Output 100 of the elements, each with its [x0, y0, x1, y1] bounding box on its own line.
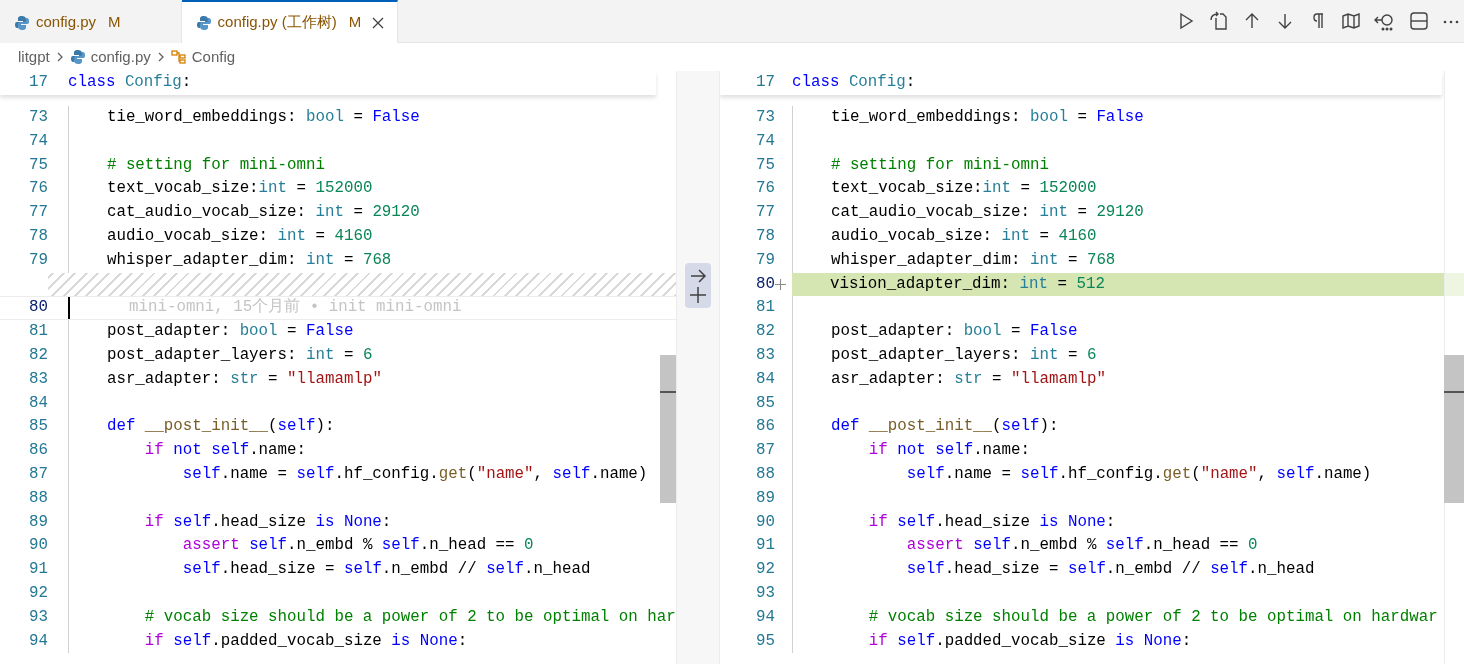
plus-icon [689, 285, 707, 304]
line-number: 83 [755, 345, 775, 366]
code-line: if self.head_size is None: [867, 511, 1116, 533]
code-line: # vocab size should be a power of 2 to be optimal on har [143, 606, 676, 628]
line-number: 90 [755, 511, 775, 533]
code-line: if self.padded_vocab_size is None: [143, 630, 468, 652]
breadcrumb-item[interactable]: config.py [90, 45, 151, 69]
file-arrow-icon[interactable] [1209, 11, 1229, 31]
line-number: 79 [755, 249, 775, 271]
circle-arrow-icon[interactable] [1374, 11, 1396, 31]
line-number: 80 [755, 273, 775, 295]
breadcrumb-item[interactable]: litgpt [18, 45, 50, 69]
line-number: 84 [755, 368, 775, 390]
code-line: def __post_init__(self): [829, 416, 1059, 438]
line-number: 93 [28, 606, 48, 628]
line-number: 88 [755, 464, 775, 485]
code-line: post_adapter_layers: int = 6 [829, 345, 1097, 366]
line-number: 82 [755, 321, 775, 343]
map-icon[interactable] [1341, 11, 1361, 31]
code-line: if not self.name: [143, 440, 306, 462]
code-line: self.name = self.hf_config.get("name", self.name) [181, 464, 648, 485]
code-line: if self.head_size is None: [143, 511, 392, 533]
code-line: text_vocab_size:int = 152000 [829, 178, 1097, 200]
line-number: 85 [755, 392, 775, 414]
text-cursor [68, 297, 70, 320]
code-line: whisper_adapter_dim: int = 768 [829, 249, 1116, 271]
line-number: 90 [28, 535, 48, 557]
line-number: 91 [755, 535, 775, 557]
python-icon [195, 14, 212, 31]
line-number: 76 [755, 178, 775, 200]
arrow-right-icon [689, 267, 707, 284]
python-icon [69, 49, 86, 65]
line-number: 81 [28, 321, 48, 343]
code-line: # setting for mini-omni [829, 154, 1049, 176]
close-icon[interactable] [371, 15, 386, 30]
line-number: 82 [28, 345, 48, 366]
chevron-icon [55, 51, 64, 63]
git-status-label: M [348, 12, 362, 33]
line-number: 93 [755, 583, 775, 604]
line-number: 88 [28, 487, 48, 509]
code-line: assert self.n_embd % self.n_head == 0 [181, 535, 534, 557]
line-number: 87 [755, 440, 775, 462]
revert-button[interactable] [685, 263, 711, 308]
line-number: 73 [28, 107, 48, 129]
code-line: tie_word_embeddings: bool = False [105, 107, 420, 129]
code-line: self.head_size = self.n_embd // self.n_head [181, 559, 591, 581]
code-line: self.name = self.hf_config.get("name", self.name) [905, 464, 1372, 485]
line-number: 92 [28, 583, 48, 604]
line-number: 94 [755, 606, 775, 628]
line-number: 78 [755, 226, 775, 248]
code-line: if self.padded_vocab_size is None: [867, 630, 1192, 652]
tab-label: config.py (工作树) [217, 12, 337, 33]
breadcrumb-item[interactable]: Config [191, 45, 236, 69]
line-number: 91 [28, 559, 48, 581]
code-line: if not self.name: [867, 440, 1030, 462]
tab-label: config.py [36, 12, 97, 33]
code-line: # setting for mini-omni [105, 154, 325, 176]
line-number: 84 [28, 392, 48, 414]
code-line: post_adapter: bool = False [829, 321, 1078, 343]
code-line: cat_audio_vocab_size: int = 29120 [105, 202, 420, 224]
plus-icon [775, 278, 786, 290]
split-layout-icon[interactable] [1409, 11, 1429, 31]
line-number: 89 [755, 487, 775, 509]
line-number: 78 [28, 226, 48, 248]
code-line: post_adapter: bool = False [105, 321, 354, 343]
code-line: assert self.n_embd % self.n_head == 0 [905, 535, 1258, 557]
code-line: post_adapter_layers: int = 6 [105, 345, 373, 366]
scrollbar-thumb[interactable] [1444, 355, 1464, 503]
line-number: 79 [28, 249, 48, 271]
python-icon [14, 14, 30, 31]
line-number: 81 [755, 297, 775, 319]
line-number: 80 [28, 297, 48, 319]
line-number: 86 [755, 416, 775, 438]
line-number: 92 [755, 559, 775, 581]
code-line: class Config: [68, 72, 192, 94]
blame-annotation: mini-omni, 15个月前 • init mini-omni [129, 297, 462, 319]
code-line: text_vocab_size:int = 152000 [105, 178, 373, 200]
line-number: 87 [28, 464, 48, 485]
code-line: class Config: [792, 72, 916, 94]
code-line: audio_vocab_size: int = 4160 [105, 226, 373, 248]
line-number: 83 [28, 368, 48, 390]
code-line: vision_adapter_dim: int = 512 [828, 273, 1105, 295]
line-number: 77 [755, 202, 775, 224]
line-number: 94 [28, 630, 48, 652]
line-number: 95 [755, 630, 775, 652]
line-number: 17 [755, 72, 775, 94]
chevron-icon [156, 51, 165, 63]
code-line: self.head_size = self.n_embd // self.n_head [905, 559, 1315, 581]
code-line: tie_word_embeddings: bool = False [829, 107, 1144, 129]
line-number: 75 [755, 154, 775, 176]
scrollbar-thumb[interactable] [660, 355, 676, 503]
line-number: 17 [28, 72, 48, 94]
editor-tab[interactable]: config.py M [0, 0, 182, 43]
line-number: 89 [28, 511, 48, 533]
line-number: 85 [28, 416, 48, 438]
editor-tab[interactable]: config.py (工作树) M [181, 0, 399, 43]
code-line: cat_audio_vocab_size: int = 29120 [829, 202, 1144, 224]
code-line: asr_adapter: str = "llamamlp" [105, 368, 382, 390]
class-icon [170, 50, 187, 64]
line-number: 76 [28, 178, 48, 200]
